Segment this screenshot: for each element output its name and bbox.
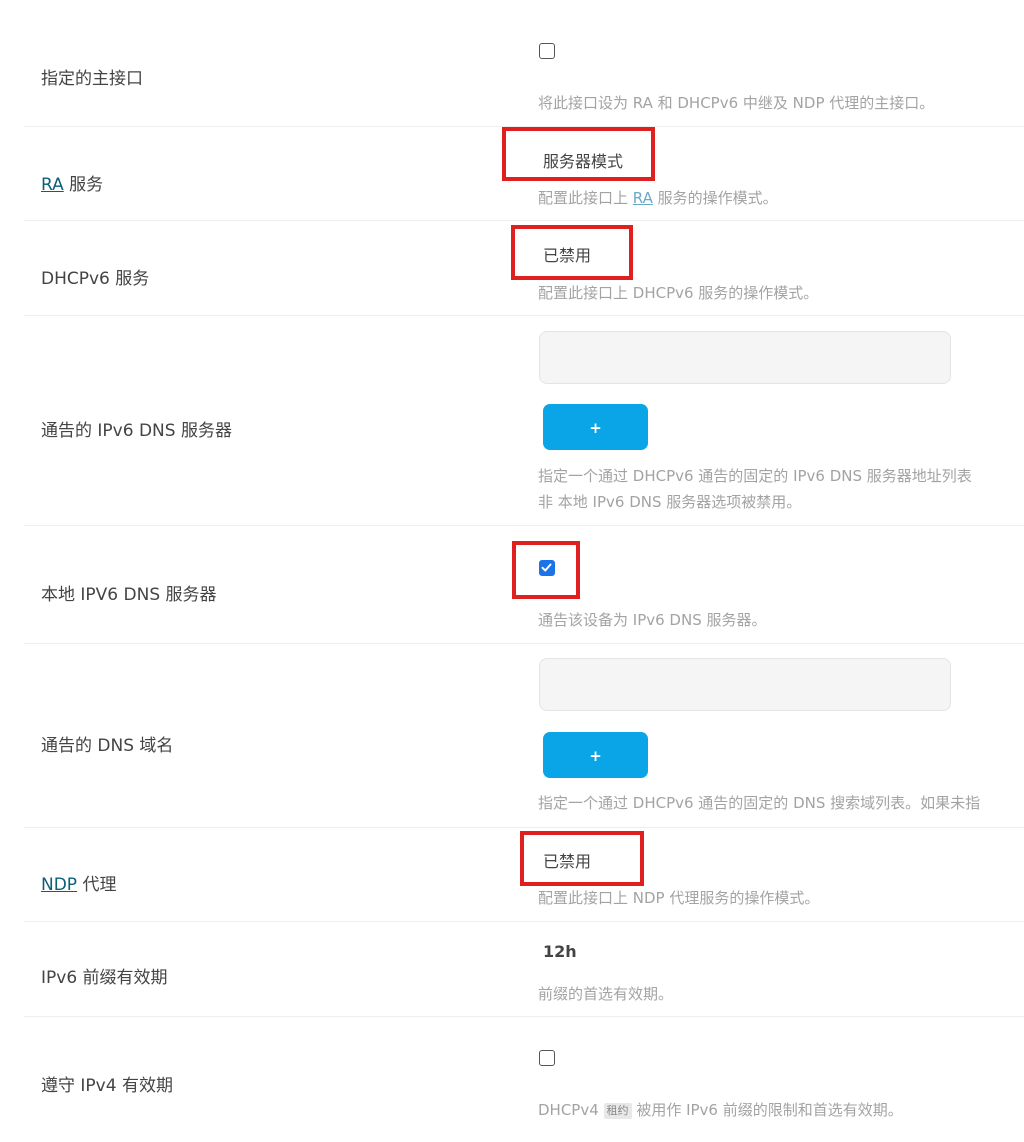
advertised-dns-domain-label: 通告的 DNS 域名 [41, 736, 174, 756]
row-ipv6-prefix-lifetime: IPv6 前缀有效期 12h 前缀的首选有效期。 [24, 922, 1024, 1017]
ra-desc-post: 服务的操作模式。 [652, 189, 778, 207]
ra-abbr-link[interactable]: RA [41, 175, 64, 195]
row-advertised-dns-domain: 通告的 DNS 域名 + 指定一个通过 DHCPv6 通告的固定的 DNS 搜索… [24, 644, 1024, 828]
dhcp-ipv6-settings-page: 指定的主接口 将此接口设为 RA 和 DHCPv6 中继及 NDP 代理的主接口… [0, 0, 1024, 1142]
ipv4-lifetime-description: DHCPv4 租约 被用作 IPv6 前缀的限制和首选有效期。 [538, 1098, 903, 1123]
ndp-proxy-label-text: 代理 [77, 875, 117, 895]
master-interface-checkbox[interactable] [539, 43, 555, 59]
row-dhcpv6-service: DHCPv6 服务 已禁用 配置此接口上 DHCPv6 服务的操作模式。 [24, 221, 1024, 316]
ra-service-description: 配置此接口上 RA 服务的操作模式。 [538, 186, 778, 211]
master-interface-description: 将此接口设为 RA 和 DHCPv6 中继及 NDP 代理的主接口。 [538, 94, 935, 112]
dns-server-add-button[interactable]: + [543, 404, 648, 450]
ipv6-prefix-lifetime-description: 前缀的首选有效期。 [538, 985, 674, 1003]
row-master-interface: 指定的主接口 将此接口设为 RA 和 DHCPv6 中继及 NDP 代理的主接口… [24, 0, 1024, 127]
dns-servers-description-line1: 指定一个通过 DHCPv6 通告的固定的 IPv6 DNS 服务器地址列表 [538, 467, 972, 485]
ndp-proxy-label: NDP 代理 [41, 870, 116, 895]
ipv4-lifetime-checkbox[interactable] [539, 1050, 555, 1066]
dns-domain-description: 指定一个通过 DHCPv6 通告的固定的 DNS 搜索域列表。如果未指 [538, 794, 981, 812]
ndp-abbr-link[interactable]: NDP [41, 875, 77, 895]
dhcpv6-service-label: DHCPv6 服务 [41, 269, 150, 289]
ipv4-desc-post: 被用作 IPv6 前缀的限制和首选有效期。 [631, 1101, 903, 1119]
local-ipv6-dns-label: 本地 IPV6 DNS 服务器 [41, 585, 217, 605]
local-ipv6-dns-description: 通告该设备为 IPv6 DNS 服务器。 [538, 611, 767, 629]
ra-service-label-text: 服务 [63, 175, 104, 195]
ipv6-prefix-lifetime-value[interactable]: 12h [543, 942, 577, 961]
row-ndp-proxy: NDP 代理 已禁用 配置此接口上 NDP 代理服务的操作模式。 [24, 828, 1024, 922]
dns-servers-description-line2: 非 本地 IPv6 DNS 服务器选项被禁用。 [538, 493, 802, 511]
highlight-box-dhcpv6 [511, 225, 633, 280]
highlight-box-ra [502, 127, 655, 181]
lease-tag: 租约 [603, 1103, 632, 1119]
ra-service-label: RA 服务 [41, 170, 103, 195]
ra-desc-abbr-link[interactable]: RA [633, 189, 653, 207]
ra-desc-pre: 配置此接口上 [538, 189, 633, 207]
master-interface-label: 指定的主接口 [41, 69, 143, 89]
highlight-box-local-dns [512, 541, 580, 599]
advertised-dns-servers-label: 通告的 IPv6 DNS 服务器 [41, 421, 232, 441]
dhcpv6-service-description: 配置此接口上 DHCPv6 服务的操作模式。 [538, 284, 819, 302]
row-advertised-dns-servers: 通告的 IPv6 DNS 服务器 + 指定一个通过 DHCPv6 通告的固定的 … [24, 316, 1024, 526]
dns-server-input[interactable] [539, 331, 951, 384]
row-ipv4-lifetime: 遵守 IPv4 有效期 DHCPv4 租约 被用作 IPv6 前缀的限制和首选有… [24, 1017, 1024, 1142]
dns-domain-add-button[interactable]: + [543, 732, 648, 778]
ipv4-lifetime-label: 遵守 IPv4 有效期 [41, 1076, 173, 1096]
row-local-ipv6-dns: 本地 IPV6 DNS 服务器 通告该设备为 IPv6 DNS 服务器。 [24, 526, 1024, 644]
row-ra-service: RA 服务 服务器模式 配置此接口上 RA 服务的操作模式。 [24, 127, 1024, 221]
ipv4-desc-pre: DHCPv4 [538, 1101, 604, 1119]
ndp-proxy-description: 配置此接口上 NDP 代理服务的操作模式。 [538, 889, 820, 907]
highlight-box-ndp [520, 831, 644, 886]
ipv6-prefix-lifetime-label: IPv6 前缀有效期 [41, 968, 168, 988]
dns-domain-input[interactable] [539, 658, 951, 711]
